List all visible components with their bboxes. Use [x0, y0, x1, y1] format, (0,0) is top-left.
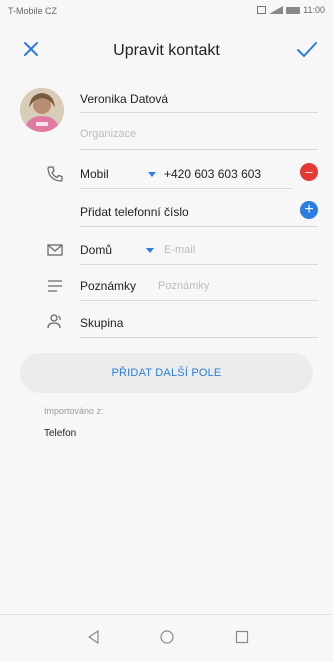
avatar[interactable] [20, 88, 64, 132]
email-type-chevron-down-icon[interactable] [146, 248, 154, 253]
nfc-icon [257, 6, 267, 14]
plus-icon: + [304, 201, 314, 218]
group-underline [80, 337, 318, 338]
email-underline [80, 264, 318, 265]
phone-underline [80, 188, 292, 189]
minus-icon: – [305, 164, 313, 179]
battery-icon [286, 6, 301, 14]
group-icon [47, 314, 61, 329]
status-icons: 11:00 [257, 5, 325, 15]
remove-phone-button[interactable]: – [300, 163, 318, 181]
carrier-name: T-Mobile CZ [8, 6, 58, 16]
phone-number-field[interactable]: +420 603 603 603 [164, 167, 261, 181]
name-underline [80, 112, 318, 113]
status-bar: T-Mobile CZ 11:00 [0, 0, 333, 22]
check-icon[interactable] [295, 38, 319, 60]
status-time: 11:00 [303, 5, 325, 15]
add-phone-underline [80, 226, 318, 227]
signal-icon [269, 6, 284, 14]
back-icon[interactable] [86, 629, 102, 645]
contact-name-field[interactable]: Veronika Datová [80, 92, 168, 106]
email-type-select[interactable]: Domů [80, 243, 112, 257]
notes-label: Poznámky [80, 279, 137, 293]
group-field[interactable]: Skupina [80, 316, 123, 330]
organization-underline [80, 149, 318, 150]
home-icon[interactable] [159, 629, 175, 645]
imported-from-label: Importováno z: [44, 406, 104, 416]
organization-field[interactable]: Organizace [80, 128, 136, 140]
notes-underline [80, 300, 318, 301]
email-icon [47, 244, 63, 256]
notes-field[interactable]: Poznámky [158, 280, 209, 292]
add-more-fields-button[interactable]: PŘIDAT DALŠÍ POLE [20, 353, 313, 393]
avatar-photo [20, 88, 64, 132]
add-phone-number-link[interactable]: Přidat telefonní číslo [80, 205, 189, 219]
add-phone-button[interactable]: + [300, 201, 318, 219]
phone-type-chevron-down-icon[interactable] [148, 172, 156, 177]
recent-apps-icon[interactable] [234, 629, 250, 645]
phone-icon [47, 166, 63, 182]
app-bar: Upravit kontakt [0, 30, 333, 70]
email-field[interactable]: E-mail [164, 244, 195, 256]
imported-from-value: Telefon [44, 428, 77, 439]
navigation-bar [0, 614, 333, 662]
notes-icon [48, 280, 62, 292]
page-title: Upravit kontakt [113, 42, 220, 59]
phone-type-select[interactable]: Mobil [80, 167, 109, 181]
